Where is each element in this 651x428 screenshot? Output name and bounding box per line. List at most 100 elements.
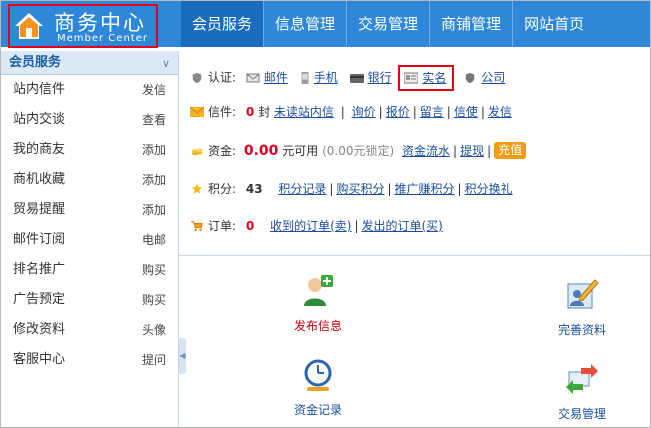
verify-realname-link[interactable]: 实名 [422, 71, 446, 85]
sidebar-item-action[interactable]: 添加 [142, 135, 166, 165]
mail-label: 信件: [208, 105, 237, 119]
sidebar-item-label: 修改资料 [13, 322, 66, 337]
points-row: 积分: 43 积分记录 | 购买积分 | 推广赚积分 | 积分换礼 [190, 179, 645, 199]
exchange-icon [566, 364, 598, 394]
recharge-button[interactable]: 充值 [494, 142, 527, 159]
sidebar-item-label: 商机收藏 [13, 172, 66, 187]
stopwatch-icon [304, 359, 332, 391]
inquiry-link[interactable]: 询价 [352, 105, 376, 119]
sidebar-item-action[interactable]: 提问 [142, 345, 166, 375]
nav-shop-management[interactable]: 商铺管理 [429, 1, 512, 47]
main-nav: 会员服务 信息管理 交易管理 商铺管理 网站首页 [181, 1, 595, 47]
points-label: 积分: [208, 182, 237, 196]
section-divider [179, 255, 650, 256]
quote-link[interactable]: 报价 [386, 105, 410, 119]
complete-profile-tile[interactable]: 完善资料 [532, 278, 632, 338]
sidebar-item-label: 站内信件 [13, 82, 66, 97]
logo-subtitle: Member Center [57, 33, 148, 44]
unread-messages-link[interactable]: 未读站内信 [274, 105, 334, 119]
sidebar-item-support[interactable]: 客服中心 提问 [1, 345, 178, 375]
sidebar-title: 会员服务 [9, 55, 62, 70]
house-icon [15, 13, 43, 39]
sidebar-item-label: 贸易提醒 [13, 202, 66, 217]
chevron-down-icon[interactable]: ∨ [162, 52, 170, 76]
orders-label: 订单: [208, 219, 237, 233]
points-value: 43 [245, 182, 263, 196]
trade-management-tile[interactable]: 交易管理 [532, 362, 632, 422]
redeem-points-link[interactable]: 积分换礼 [465, 182, 513, 196]
nav-member-services[interactable]: 会员服务 [181, 1, 264, 47]
orders-count: 0 [245, 219, 255, 233]
sidebar-item-ranking[interactable]: 排名推广 购买 [1, 255, 178, 285]
bank-card-icon [349, 73, 364, 83]
sidebar-item-action[interactable]: 购买 [142, 255, 166, 285]
sidebar-item-label: 广告预定 [13, 292, 66, 307]
edit-profile-icon [567, 279, 599, 309]
company-badge-icon [465, 72, 475, 83]
funds-row: 资金: 0.00 元可用 (0.00元锁定) 资金流水 | 提现 | 充值 [190, 141, 645, 161]
sidebar-item-action[interactable]: 电邮 [142, 225, 166, 255]
sidebar-item-chat[interactable]: 站内交谈 查看 [1, 105, 178, 135]
funds-locked: (0.00元锁定) [322, 144, 395, 158]
funds-record-label: 资金记录 [293, 403, 342, 417]
buy-points-link[interactable]: 购买积分 [336, 182, 384, 196]
sidebar-item-label: 排名推广 [13, 262, 66, 277]
shopping-cart-icon [191, 221, 203, 231]
nav-site-home[interactable]: 网站首页 [512, 1, 595, 47]
star-icon [191, 183, 203, 194]
nav-info-management[interactable]: 信息管理 [263, 1, 346, 47]
sidebar-item-label: 站内交谈 [13, 112, 66, 127]
funds-available-label: 元可用 [282, 144, 319, 158]
sidebar-item-mail-subscription[interactable]: 邮件订阅 电邮 [1, 225, 178, 255]
publish-info-tile[interactable]: 发布信息 [268, 274, 368, 334]
sidebar-item-ads[interactable]: 广告预定 购买 [1, 285, 178, 315]
sidebar-item-friends[interactable]: 我的商友 添加 [1, 135, 178, 165]
verification-row: 认证: 邮件 手机 银行 实名 公司 [190, 65, 645, 91]
sidebar-item-label: 邮件订阅 [13, 232, 66, 247]
sidebar-item-favorites[interactable]: 商机收藏 添加 [1, 165, 178, 195]
verify-realname-highlight[interactable]: 实名 [398, 65, 455, 91]
orders-row: 订单: 0 收到的订单(卖) | 发出的订单(买) [190, 216, 645, 236]
top-header: 商务中心 Member Center 会员服务 信息管理 交易管理 商铺管理 网… [1, 1, 650, 48]
sidebar-item-trade-alerts[interactable]: 贸易提醒 添加 [1, 195, 178, 225]
sidebar-item-messages[interactable]: 站内信件 发信 [1, 75, 178, 105]
trade-management-label: 交易管理 [557, 407, 606, 421]
sent-orders-link[interactable]: 发出的订单(买) [361, 219, 442, 233]
message-link[interactable]: 留言 [420, 105, 444, 119]
points-record-link[interactable]: 积分记录 [278, 182, 326, 196]
earn-points-link[interactable]: 推广赚积分 [395, 182, 455, 196]
messenger-link[interactable]: 信使 [454, 105, 478, 119]
coins-icon [191, 148, 203, 156]
sidebar-item-action[interactable]: 购买 [142, 285, 166, 315]
funds-record-tile[interactable]: 资金记录 [268, 358, 368, 418]
mail-unit: 封 [258, 105, 271, 119]
withdraw-link[interactable]: 提现 [460, 144, 484, 158]
sidebar-item-action[interactable]: 添加 [142, 165, 166, 195]
sidebar-collapse-icon[interactable]: ◀ [179, 338, 186, 374]
sidebar-header[interactable]: 会员服务 ∨ [1, 51, 178, 75]
nav-trade-management[interactable]: 交易管理 [346, 1, 429, 47]
send-mail-link[interactable]: 发信 [488, 105, 512, 119]
received-orders-link[interactable]: 收到的订单(卖) [270, 219, 351, 233]
funds-amount: 0.00 [243, 143, 279, 159]
shield-icon [192, 72, 202, 83]
sidebar-item-action[interactable]: 头像 [142, 315, 166, 345]
sidebar: 会员服务 ∨ 站内信件 发信 站内交谈 查看 我的商友 添加 商机收藏 添加 贸易提醒添… [1, 51, 178, 427]
sidebar-item-label: 客服中心 [13, 352, 66, 367]
mail-row: 信件: 0 封 未读站内信 | 询价 | 报价 | 留言 | 信使 | 发信 [190, 102, 645, 122]
sidebar-item-action[interactable]: 添加 [142, 195, 166, 225]
mobile-phone-icon [301, 71, 309, 84]
funds-flow-link[interactable]: 资金流水 [402, 144, 450, 158]
member-center-logo[interactable]: 商务中心 Member Center [8, 4, 158, 48]
add-user-icon [304, 275, 333, 306]
sidebar-item-action[interactable]: 发信 [142, 75, 166, 105]
verify-bank-link[interactable]: 银行 [368, 71, 392, 85]
mail-icon [190, 106, 204, 117]
sidebar-item-action[interactable]: 查看 [142, 105, 166, 135]
verify-email-link[interactable]: 邮件 [264, 71, 288, 85]
verify-company-link[interactable]: 公司 [481, 71, 505, 85]
id-card-icon [404, 72, 419, 84]
verify-phone-link[interactable]: 手机 [314, 71, 338, 85]
sidebar-item-edit-profile[interactable]: 修改资料 头像 [1, 315, 178, 345]
sidebar-item-label: 我的商友 [13, 142, 66, 157]
